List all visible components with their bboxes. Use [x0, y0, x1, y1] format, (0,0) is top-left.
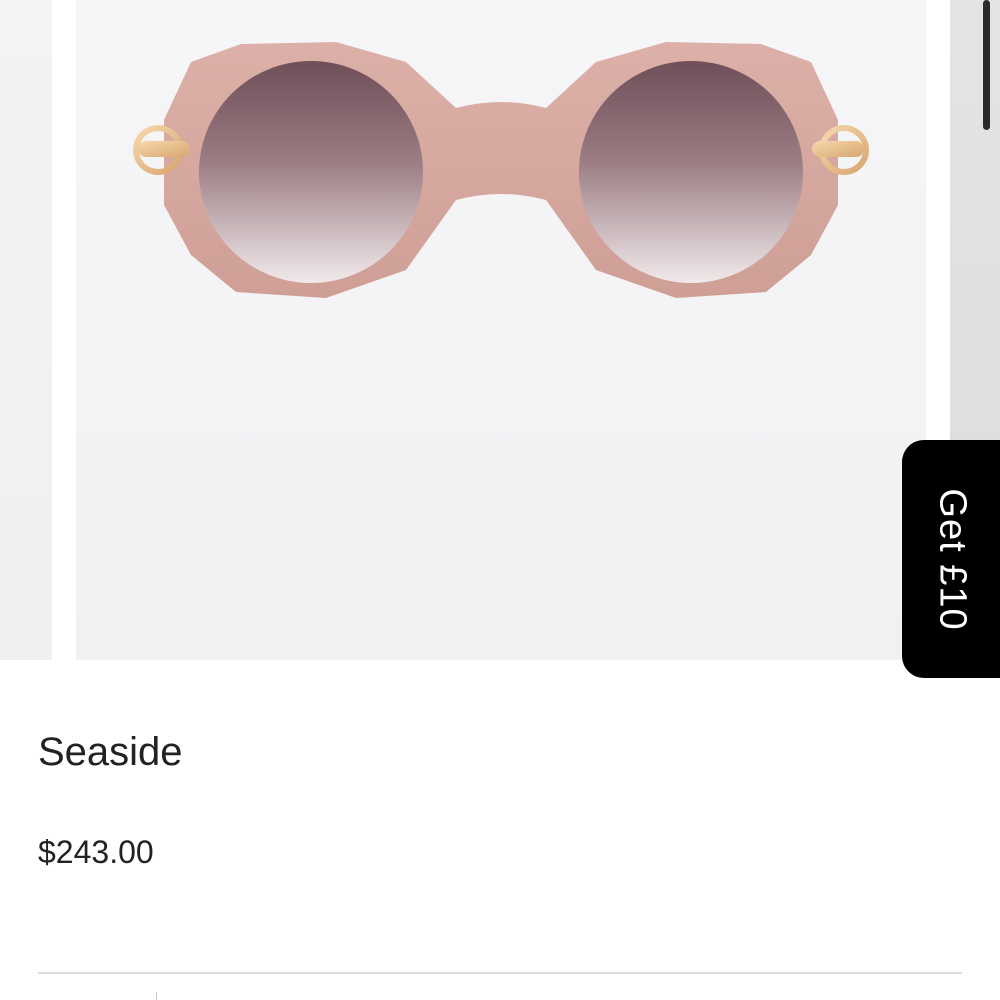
product-title: Seaside [38, 730, 183, 774]
promo-discount-tab[interactable]: Get £10 [902, 440, 1000, 678]
left-lens [199, 61, 423, 283]
section-divider [38, 972, 962, 974]
divider-tick [156, 992, 157, 1000]
right-lens [579, 61, 803, 283]
sunglasses-image [133, 42, 869, 298]
product-price: $243.00 [38, 834, 154, 870]
product-image-gallery[interactable] [0, 0, 1000, 660]
promo-label: Get £10 [931, 487, 974, 631]
page-scrollbar[interactable] [983, 0, 990, 130]
previous-image-slide[interactable] [0, 0, 52, 660]
